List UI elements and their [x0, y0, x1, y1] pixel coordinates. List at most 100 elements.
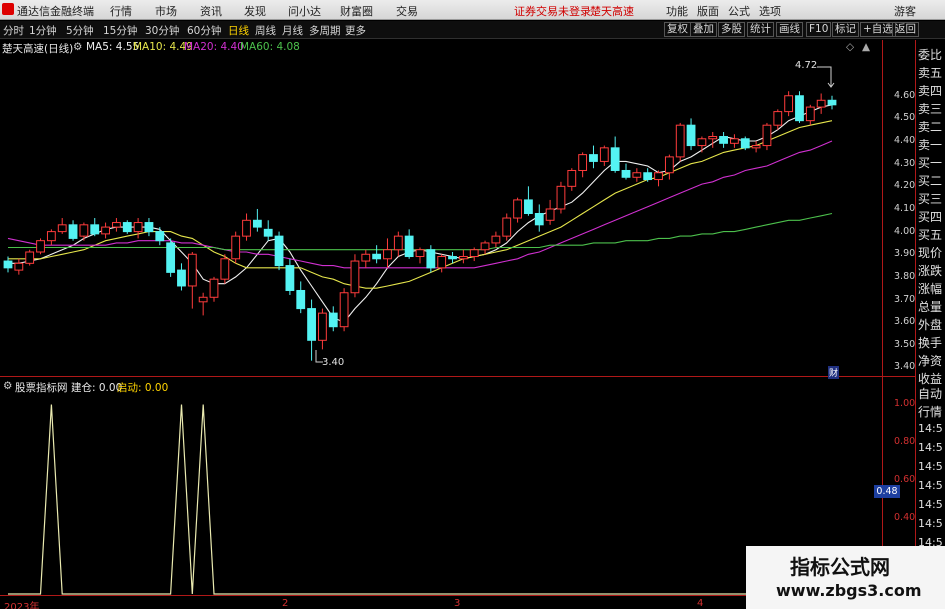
candle [480, 240, 490, 255]
candle [14, 258, 24, 275]
candle [46, 229, 56, 246]
quote-panel-label: 净资 [918, 354, 943, 368]
quote-panel-lower-label: 自动 [918, 387, 943, 401]
tick-time: 14:5 [918, 479, 943, 492]
watermark: 指标公式网 www.zbgs3.com [746, 546, 945, 609]
price-tick-label: 3.90 [894, 248, 916, 260]
quote-panel-label: 卖三 [918, 102, 943, 116]
candle [274, 231, 284, 271]
kline-chart[interactable] [0, 0, 945, 609]
candle [101, 222, 110, 239]
candle [589, 145, 598, 169]
build-value: 建仓: 0.00 [71, 382, 123, 394]
candle [719, 131, 728, 148]
candle [762, 122, 772, 151]
candle [491, 231, 501, 248]
candle [79, 222, 89, 241]
candle [144, 218, 154, 237]
candle [328, 306, 338, 332]
sub-settings-icon[interactable]: ⚙ [3, 380, 12, 392]
candle [318, 308, 327, 350]
candle [231, 231, 241, 264]
candle [784, 91, 794, 117]
candle [339, 288, 349, 332]
price-tick-label: 3.70 [894, 293, 916, 305]
quote-panel-label: 买四 [918, 210, 943, 224]
indicator-tick-label: 1.00 [894, 398, 916, 410]
candle [166, 238, 176, 277]
candle [133, 218, 143, 239]
indicator-name: 股票指标网 [15, 382, 68, 394]
quote-panel-label: 总量 [918, 300, 943, 314]
candle [372, 245, 382, 264]
candle [827, 95, 837, 110]
tick-time: 14:5 [918, 460, 943, 473]
candle [697, 136, 707, 153]
price-tick-label: 4.20 [894, 180, 916, 192]
price-tick-label: 4.00 [894, 225, 916, 237]
candle [220, 254, 230, 284]
quote-panel-label: 委比 [918, 48, 943, 62]
candle [524, 186, 533, 216]
candle [664, 154, 674, 180]
candle [740, 136, 750, 151]
candle [686, 118, 696, 151]
tick-time: 14:5 [918, 517, 943, 530]
candle [805, 104, 815, 126]
x-label-apr: 4 [697, 598, 704, 609]
candle [578, 152, 588, 178]
quote-panel-label: 买三 [918, 192, 943, 206]
candle [361, 249, 371, 268]
candle [795, 91, 804, 123]
price-tick-label: 3.50 [894, 338, 916, 350]
candle [675, 122, 685, 162]
indicator-tick-label: 0.80 [894, 436, 916, 448]
candle [68, 220, 78, 241]
quote-panel-lower-label: 行情 [918, 405, 943, 419]
quote-panel-label: 买二 [918, 174, 943, 188]
price-tick-label: 3.40 [894, 361, 916, 373]
candle [252, 208, 262, 232]
quote-panel-label: 涨跌 [918, 264, 943, 278]
candle [773, 109, 783, 130]
candle [610, 136, 620, 173]
candle [393, 231, 403, 257]
candle [599, 145, 609, 166]
candle [426, 245, 436, 273]
price-tick-label: 4.30 [894, 157, 916, 169]
candle [458, 249, 468, 264]
candle [632, 168, 642, 182]
price-tick-label: 4.50 [894, 112, 916, 124]
candle [90, 218, 100, 237]
price-tick-label: 4.60 [894, 89, 916, 101]
indicator-tick-label: 0.40 [894, 512, 916, 524]
tick-time: 14:5 [918, 422, 943, 435]
high-arrow-icon [817, 66, 835, 88]
quote-panel-label: 换手 [918, 336, 943, 350]
price-tick-label: 3.80 [894, 270, 916, 282]
candle [469, 247, 479, 262]
candle [242, 213, 251, 241]
candle [198, 292, 208, 316]
candle [545, 199, 555, 225]
candle [502, 213, 512, 241]
candle [556, 181, 566, 214]
candle [25, 249, 35, 266]
x-label-mar: 3 [454, 598, 461, 609]
candle [751, 141, 761, 153]
low-price-label: 3.40 [322, 357, 345, 368]
finance-icon[interactable]: 财 [828, 366, 840, 379]
candle [816, 93, 826, 114]
price-tick-label: 3.60 [894, 316, 916, 328]
start-value: 启动: 0.00 [117, 382, 169, 394]
x-label-feb: 2 [282, 598, 289, 609]
price-tick-label: 4.10 [894, 202, 916, 214]
watermark-url: www.zbgs3.com [776, 581, 922, 600]
candle [122, 220, 132, 234]
tick-time: 14:5 [918, 498, 943, 511]
candle [415, 247, 425, 264]
quote-panel-label: 买一 [918, 156, 943, 170]
tick-time: 14:5 [918, 441, 943, 454]
indicator-line [8, 404, 832, 595]
current-value-badge: 0.48 [874, 485, 900, 498]
